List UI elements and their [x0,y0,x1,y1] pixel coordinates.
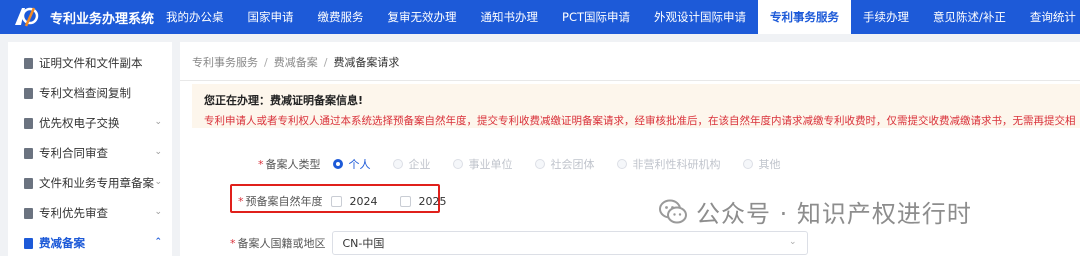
sidebar-item-fee-reduction[interactable]: 费减备案 ⌃ [8,228,172,256]
nav-item-reexamination[interactable]: 复审无效办理 [376,0,469,34]
notice-text: 专利申请人或者专利权人通过本系统选择预备案自然年度，提交专利收费减缴证明备案请求… [204,115,1076,127]
sidebar-item-label: 专利合同审查 [39,146,108,160]
filing-year-label-text: 预备案自然年度 [245,195,323,208]
nav-item-query-stats[interactable]: 查询统计 [1018,0,1080,34]
required-mark: * [238,195,244,208]
document-icon [24,177,33,189]
document-icon [24,57,33,69]
app-title: 专利业务办理系统 [50,11,155,27]
filer-type-row: * 备案人类型 个人 企业 事业单位 社会团体 非营利性科研机构 其他 [258,156,803,172]
sidebar-item-label: 优先权电子交换 [39,116,120,130]
document-icon [24,237,33,249]
radio-label: 社会团体 [550,158,595,171]
sidebar-item-label: 专利文档查阅复制 [39,86,131,100]
sidebar-item-priority-exchange[interactable]: 优先权电子交换 ⌄ [8,108,172,138]
checkbox-label: 2025 [418,194,447,208]
radio-label: 企业 [408,158,431,171]
filer-type-label-text: 备案人类型 [265,158,321,171]
sidebar-item-label: 费减备案 [39,236,85,250]
sidebar-item-label: 文件和业务专用章备案 [39,176,154,190]
radio-label: 非营利性科研机构 [632,158,721,171]
nav-item-payment-service[interactable]: 缴费服务 [306,0,376,34]
radio-dot [392,159,403,169]
watermark-text: 公众号 · 知识产权进行时 [696,200,972,228]
nav-item-procedures[interactable]: 手续办理 [851,0,921,34]
radio-dot [616,159,627,169]
radio-individual[interactable]: 个人 [332,156,371,172]
divider [180,80,1080,81]
app-logo-icon [15,7,39,27]
sidebar: 证明文件和文件副本 专利文档查阅复制 优先权电子交换 ⌄ 专利合同审查 ⌄ 文件… [8,42,172,256]
main-nav: 我的办公桌 国家申请 缴费服务 复审无效办理 通知书办理 PCT国际申请 外观设… [154,0,1080,34]
breadcrumb-separator: / [323,56,328,69]
chevron-down-icon: ⌄ [154,117,162,127]
top-nav-bar: 专利业务办理系统 我的办公桌 国家申请 缴费服务 复审无效办理 通知书办理 PC… [0,0,1080,34]
radio-dot [452,159,463,169]
filer-type-label: * 备案人类型 [258,156,321,172]
chevron-down-icon: ⌄ [154,207,162,217]
document-icon [24,147,33,159]
document-icon [24,117,33,129]
nav-item-notices[interactable]: 通知书办理 [469,0,551,34]
breadcrumb-separator: / [264,56,268,69]
nav-item-patent-affairs[interactable]: 专利事务服务 [758,0,852,34]
region-select[interactable]: CN-中国 ⌄ [331,231,808,255]
nav-item-design-international[interactable]: 外观设计国际申请 [642,0,758,34]
nav-item-national-application[interactable]: 国家申请 [236,0,306,34]
radio-label: 个人 [348,158,371,171]
page: 专利业务办理系统 我的办公桌 国家申请 缴费服务 复审无效办理 通知书办理 PC… [0,0,1080,256]
sidebar-item-document-copy[interactable]: 专利文档查阅复制 [8,78,172,108]
breadcrumb-item[interactable]: 专利事务服务 [192,56,258,69]
radio-public-institution[interactable]: 事业单位 [452,156,513,172]
checkbox-year-2025[interactable]: 2025 [399,194,447,208]
radio-label: 其他 [758,158,781,171]
radio-other[interactable]: 其他 [742,156,781,172]
radio-social-group[interactable]: 社会团体 [534,156,595,172]
required-mark: * [230,237,236,250]
chevron-down-icon: ⌄ [788,237,797,247]
radio-dot [742,159,753,169]
nav-item-pct-application[interactable]: PCT国际申请 [550,0,642,34]
sidebar-item-seal-filing[interactable]: 文件和业务专用章备案 ⌄ [8,168,172,198]
filing-year-label: * 预备案自然年度 [238,193,323,209]
checkbox-label: 2024 [349,194,378,208]
sidebar-item-priority-examination[interactable]: 专利优先审查 ⌄ [8,198,172,228]
radio-nonprofit-research[interactable]: 非营利性科研机构 [616,156,721,172]
nav-item-my-desk[interactable]: 我的办公桌 [154,0,236,34]
brand[interactable]: 专利业务办理系统 [0,5,154,29]
checkbox-box [330,195,342,207]
sidebar-item-label: 专利优先审查 [39,206,108,220]
sidebar-item-label: 证明文件和文件副本 [39,56,143,70]
filing-year-row: * 预备案自然年度 2024 2025 [238,193,469,209]
checkbox-box [399,195,411,207]
radio-enterprise[interactable]: 企业 [392,156,431,172]
radio-label: 事业单位 [468,158,513,171]
radio-dot [534,159,545,169]
document-icon [24,87,33,99]
wechat-icon [659,199,687,223]
sidebar-item-contract-review[interactable]: 专利合同审查 ⌄ [8,138,172,168]
region-label: * 备案人国籍或地区 [230,235,326,251]
notice-panel: 您正在办理：费减证明备案信息! 专利申请人或者专利权人通过本系统选择预备案自然年… [192,84,1080,128]
notice-title: 您正在办理：费减证明备案信息! [204,94,364,107]
region-select-value: CN-中国 [342,237,385,250]
sidebar-item-certificates[interactable]: 证明文件和文件副本 [8,48,172,78]
region-row: * 备案人国籍或地区 CN-中国 ⌄ [230,231,808,255]
breadcrumb-current: 费减备案请求 [333,56,400,69]
chevron-down-icon: ⌄ [154,177,162,187]
required-mark: * [258,158,264,171]
watermark: 公众号 · 知识产权进行时 [658,194,972,229]
chevron-down-icon: ⌄ [154,147,162,157]
radio-dot [332,159,343,169]
checkbox-year-2024[interactable]: 2024 [330,194,378,208]
breadcrumb-item[interactable]: 费减备案 [274,56,318,69]
chevron-up-icon: ⌃ [154,237,162,247]
nav-item-opinion-correction[interactable]: 意见陈述/补正 [921,0,1018,34]
document-icon [24,207,33,219]
breadcrumb: 专利事务服务 / 费减备案 / 费减备案请求 [192,54,399,70]
region-label-text: 备案人国籍或地区 [237,237,326,250]
